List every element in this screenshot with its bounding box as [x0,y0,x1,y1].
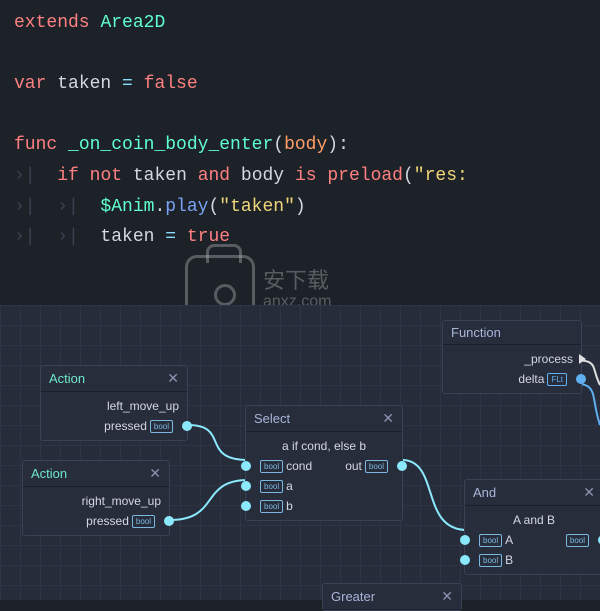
code-line: ›| if not taken and body is preload("res… [14,161,586,192]
code-editor[interactable]: extends Area2D var taken = false func _o… [0,0,600,305]
node-title: Action [31,466,67,481]
node-greater[interactable]: Greater ✕ [322,583,462,611]
code-line: func _on_coin_body_enter(body): [14,130,586,161]
port-icon [164,516,174,526]
close-icon[interactable]: ✕ [149,465,161,482]
port-icon [397,461,407,471]
node-row-b[interactable]: boolB [465,550,600,570]
code-line: ›| ›| $Anim.play("taken") [14,192,586,223]
node-output-pressed[interactable]: pressed bool [23,511,169,531]
node-title: Function [451,325,501,340]
port-icon [241,501,251,511]
close-icon[interactable]: ✕ [583,484,595,501]
node-title: Greater [331,589,375,604]
node-row-b[interactable]: boolb [246,496,402,516]
node-select[interactable]: Select ✕ a if cond, else b boolcond outb… [245,405,403,521]
node-output-delta[interactable]: delta FLt [443,369,581,389]
port-icon [241,461,251,471]
flow-port-icon [579,354,586,364]
port-icon [460,555,470,565]
node-function[interactable]: Function _process delta FLt [442,320,582,394]
close-icon[interactable]: ✕ [441,588,453,605]
node-action-right-move-up[interactable]: Action ✕ right_move_up pressed bool [22,460,170,536]
code-line: ›| ›| taken = true [14,222,586,253]
node-output-flow[interactable]: _process [443,349,581,369]
node-title: Action [49,371,85,386]
node-output-pressed[interactable]: pressed bool [41,416,187,436]
code-line: extends Area2D [14,8,586,39]
node-row-cond[interactable]: boolcond outbool [246,456,402,476]
code-line: var taken = false [14,69,586,100]
node-label: right_move_up [23,491,169,511]
port-icon [576,374,586,384]
visual-script-graph[interactable]: Function _process delta FLt Action ✕ lef… [0,305,600,600]
node-action-left-move-up[interactable]: Action ✕ left_move_up pressed bool [40,365,188,441]
port-icon [241,481,251,491]
node-and[interactable]: And ✕ A and B boolA bool boolB [464,479,600,575]
node-row-a[interactable]: boola [246,476,402,496]
node-subtitle: a if cond, else b [246,436,402,456]
node-subtitle: A and B [465,510,600,530]
node-label: left_move_up [41,396,187,416]
port-icon [182,421,192,431]
node-title: And [473,485,496,500]
node-title: Select [254,411,290,426]
close-icon[interactable]: ✕ [382,410,394,427]
node-row-a[interactable]: boolA bool [465,530,600,550]
close-icon[interactable]: ✕ [167,370,179,387]
port-icon [460,535,470,545]
